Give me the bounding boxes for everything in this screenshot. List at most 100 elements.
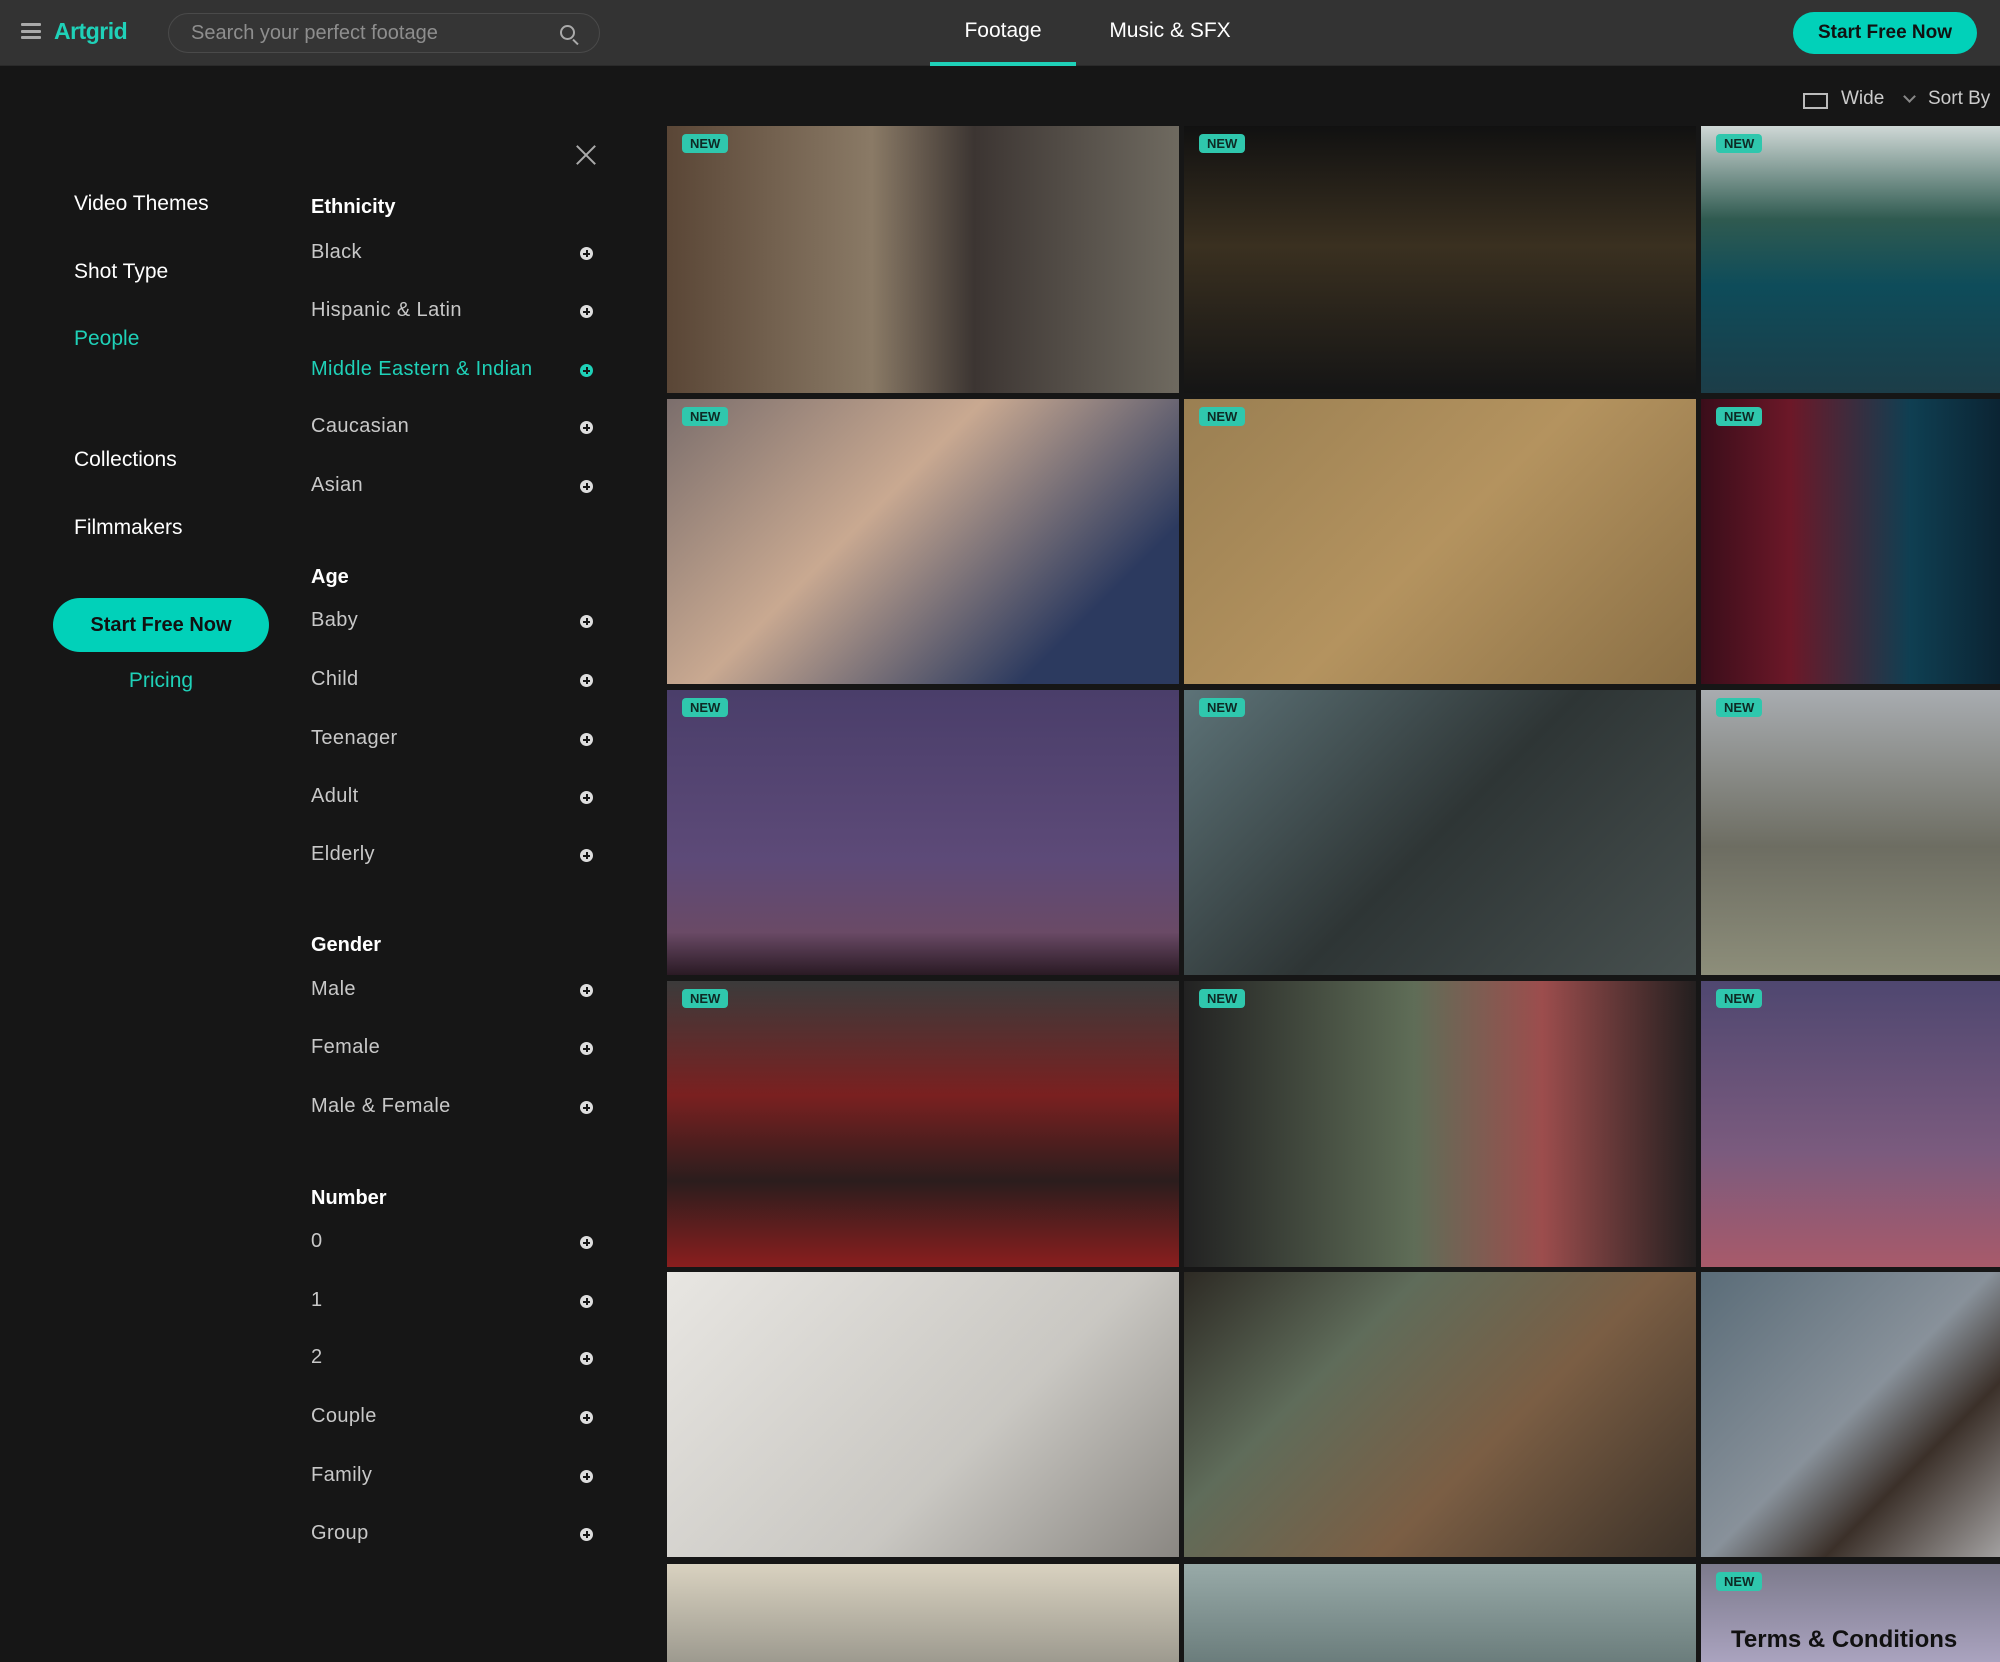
tab-footage[interactable]: Footage: [930, 0, 1076, 66]
top-nav: Artgrid Footage Music & SFX Start Free N…: [0, 0, 2000, 66]
pricing-link[interactable]: Pricing: [53, 669, 269, 693]
filter-option[interactable]: Middle Eastern & Indian: [311, 358, 593, 388]
filter-option[interactable]: Male & Female: [311, 1095, 593, 1125]
add-filter-icon[interactable]: [580, 1528, 593, 1541]
tab-music-sfx[interactable]: Music & SFX: [1100, 0, 1240, 66]
add-filter-icon[interactable]: [580, 247, 593, 260]
sidebar-item-filmmakers[interactable]: Filmmakers: [74, 516, 183, 540]
add-filter-icon[interactable]: [580, 1236, 593, 1249]
filter-option[interactable]: Black: [311, 241, 593, 271]
footage-thumbnail[interactable]: NEW: [1701, 126, 2000, 393]
filter-option[interactable]: Caucasian: [311, 415, 593, 445]
footage-thumbnail[interactable]: [667, 1564, 1179, 1662]
filter-option-label: Asian: [311, 474, 364, 496]
add-filter-icon[interactable]: [580, 615, 593, 628]
filter-option-label: Elderly: [311, 843, 375, 865]
footage-thumbnail[interactable]: [667, 1272, 1179, 1557]
filter-option[interactable]: Teenager: [311, 727, 593, 757]
sidebar-item-video-themes[interactable]: Video Themes: [74, 192, 209, 216]
add-filter-icon[interactable]: [580, 733, 593, 746]
footage-thumbnail[interactable]: NEW: [667, 690, 1179, 975]
new-badge: NEW: [1716, 134, 1763, 153]
new-badge: NEW: [1199, 989, 1246, 1008]
filter-group-title: Gender: [311, 934, 382, 956]
new-badge: NEW: [1716, 989, 1763, 1008]
filter-option[interactable]: Hispanic & Latin: [311, 299, 593, 329]
footage-thumbnail[interactable]: [1701, 1272, 2000, 1557]
filter-option[interactable]: Elderly: [311, 843, 593, 873]
filter-option-label: Caucasian: [311, 415, 410, 437]
add-filter-icon[interactable]: [580, 1042, 593, 1055]
sidebar-start-free-now-button[interactable]: Start Free Now: [53, 598, 269, 652]
search-icon[interactable]: [560, 25, 575, 40]
filter-option[interactable]: 2: [311, 1346, 593, 1376]
sort-by-dropdown[interactable]: Sort By: [1928, 88, 1990, 112]
add-filter-icon[interactable]: [580, 1411, 593, 1424]
add-filter-icon[interactable]: [580, 305, 593, 318]
artgrid-logo[interactable]: Artgrid: [54, 18, 128, 45]
filter-option-label: Teenager: [311, 727, 398, 749]
footage-thumbnail[interactable]: NEW: [667, 126, 1179, 393]
filter-option[interactable]: Adult: [311, 785, 593, 815]
filter-option-label: Family: [311, 1464, 373, 1486]
add-filter-icon[interactable]: [580, 1352, 593, 1365]
aspect-dropdown[interactable]: Wide: [1841, 88, 1884, 112]
new-badge: NEW: [682, 698, 729, 717]
add-filter-icon[interactable]: [580, 421, 593, 434]
footage-thumbnail[interactable]: NEW: [1184, 690, 1696, 975]
add-filter-icon[interactable]: [580, 1295, 593, 1308]
filter-option[interactable]: Group: [311, 1522, 593, 1552]
thumbnail-text: Terms & Conditions: [1731, 1626, 1958, 1653]
add-filter-icon[interactable]: [580, 674, 593, 687]
add-filter-icon[interactable]: [580, 364, 593, 377]
footage-thumbnail[interactable]: NEW: [1184, 981, 1696, 1267]
new-badge: NEW: [1199, 134, 1246, 153]
add-filter-icon[interactable]: [580, 984, 593, 997]
close-filters-icon[interactable]: [575, 144, 597, 166]
filter-option-label: Male: [311, 978, 356, 1000]
hamburger-menu-icon[interactable]: [21, 23, 41, 39]
filter-option-label: Group: [311, 1522, 369, 1544]
filter-group-title: Ethnicity: [311, 196, 396, 218]
sidebar-item-people[interactable]: People: [74, 327, 139, 351]
footage-thumbnail[interactable]: [1184, 1564, 1696, 1662]
filter-option-label: Baby: [311, 609, 359, 631]
filter-option[interactable]: Female: [311, 1036, 593, 1066]
footage-thumbnail[interactable]: NEW: [667, 981, 1179, 1267]
filter-option[interactable]: Asian: [311, 474, 593, 504]
footage-thumbnail[interactable]: NEW: [1701, 690, 2000, 975]
sidebar-item-shot-type[interactable]: Shot Type: [74, 260, 168, 284]
footage-thumbnail[interactable]: NEW: [667, 399, 1179, 684]
filter-option[interactable]: Child: [311, 668, 593, 698]
add-filter-icon[interactable]: [580, 480, 593, 493]
filter-group-title: Number: [311, 1187, 387, 1209]
filter-option-label: Adult: [311, 785, 359, 807]
search-input[interactable]: [191, 14, 551, 52]
start-free-now-button[interactable]: Start Free Now: [1793, 12, 1977, 54]
footage-thumbnail[interactable]: NEW Terms & Conditions: [1701, 1564, 2000, 1662]
filter-option[interactable]: Male: [311, 978, 593, 1008]
footage-thumbnail[interactable]: [1184, 1272, 1696, 1557]
footage-thumbnail[interactable]: NEW: [1184, 399, 1696, 684]
footage-thumbnail[interactable]: NEW: [1701, 399, 2000, 684]
aspect-ratio-icon[interactable]: [1803, 93, 1828, 109]
new-badge: NEW: [1716, 698, 1763, 717]
filter-option[interactable]: Couple: [311, 1405, 593, 1435]
add-filter-icon[interactable]: [580, 849, 593, 862]
filter-option-label: Female: [311, 1036, 381, 1058]
search-bar: [168, 13, 600, 53]
add-filter-icon[interactable]: [580, 1101, 593, 1114]
filter-option[interactable]: Baby: [311, 609, 593, 639]
filter-option-label: 0: [311, 1230, 323, 1252]
chevron-down-icon[interactable]: [1903, 90, 1916, 103]
filter-option[interactable]: 0: [311, 1230, 593, 1260]
sidebar-item-collections[interactable]: Collections: [74, 448, 177, 472]
filter-option[interactable]: 1: [311, 1289, 593, 1319]
new-badge: NEW: [1199, 698, 1246, 717]
footage-thumbnail[interactable]: NEW: [1701, 981, 2000, 1267]
add-filter-icon[interactable]: [580, 791, 593, 804]
new-badge: NEW: [1199, 407, 1246, 426]
add-filter-icon[interactable]: [580, 1470, 593, 1483]
footage-thumbnail[interactable]: NEW: [1184, 126, 1696, 393]
filter-option[interactable]: Family: [311, 1464, 593, 1494]
